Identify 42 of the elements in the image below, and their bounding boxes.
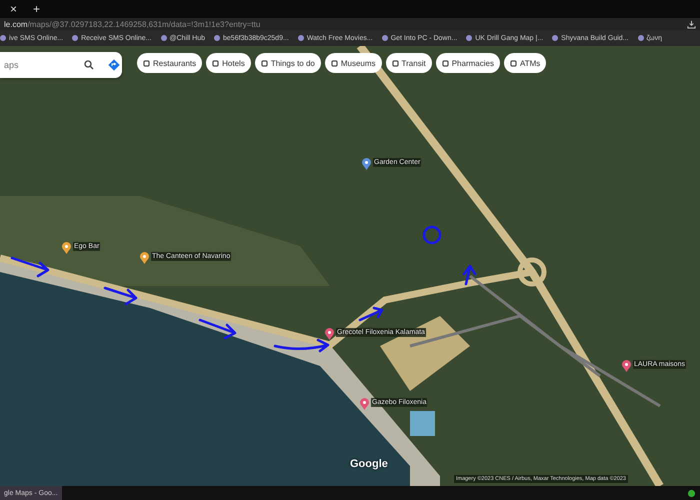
download-icon[interactable] — [687, 20, 696, 28]
place-pin-icon[interactable] — [140, 252, 149, 264]
search-field[interactable]: aps — [0, 59, 76, 71]
hand-drawn-arrow — [104, 286, 138, 306]
bookmark-favicon-icon — [466, 35, 472, 41]
close-tab-button[interactable]: × — [8, 2, 20, 16]
category-icon — [260, 60, 268, 66]
bookmark-favicon-icon — [160, 35, 166, 41]
bookmark-favicon-icon — [72, 35, 78, 41]
bookmark-favicon-icon — [214, 35, 220, 41]
hand-drawn-arrow — [198, 318, 236, 340]
hand-drawn-arrow — [274, 338, 330, 352]
hand-drawn-arrow — [358, 306, 384, 322]
bookmark-favicon-icon — [298, 35, 304, 41]
place-pin-icon[interactable] — [622, 360, 631, 372]
category-chip[interactable]: Hotels — [206, 53, 251, 73]
hand-drawn-arrow — [462, 264, 476, 286]
google-logo: Google — [350, 458, 388, 470]
directions-icon[interactable] — [108, 59, 120, 71]
bookmark-favicon-icon — [382, 35, 388, 41]
bookmark-favicon-icon — [552, 35, 558, 41]
category-icon — [212, 60, 220, 66]
place-pin-icon[interactable] — [362, 158, 371, 170]
category-icon — [143, 60, 150, 66]
category-icon — [510, 60, 517, 66]
category-chip[interactable]: Transit — [386, 53, 432, 73]
hand-drawn-arrow — [10, 256, 50, 278]
hand-drawn-circle — [422, 226, 442, 244]
place-pin-icon[interactable] — [325, 328, 334, 340]
search-icon[interactable] — [84, 60, 94, 70]
category-chip[interactable]: Museums — [324, 53, 382, 73]
place-pin-icon[interactable] — [62, 242, 71, 254]
category-icon — [330, 60, 338, 66]
category-chip[interactable]: Pharmacies — [436, 53, 500, 73]
new-tab-button[interactable]: + — [31, 2, 42, 16]
search-box[interactable]: aps — [0, 52, 122, 78]
category-chip[interactable]: Restaurants — [137, 53, 202, 73]
category-chip[interactable]: Things to do — [254, 53, 321, 73]
bookmark-favicon-icon — [0, 35, 6, 41]
category-icon — [442, 60, 449, 66]
category-icon — [392, 60, 399, 66]
bookmark-favicon-icon — [638, 35, 644, 41]
